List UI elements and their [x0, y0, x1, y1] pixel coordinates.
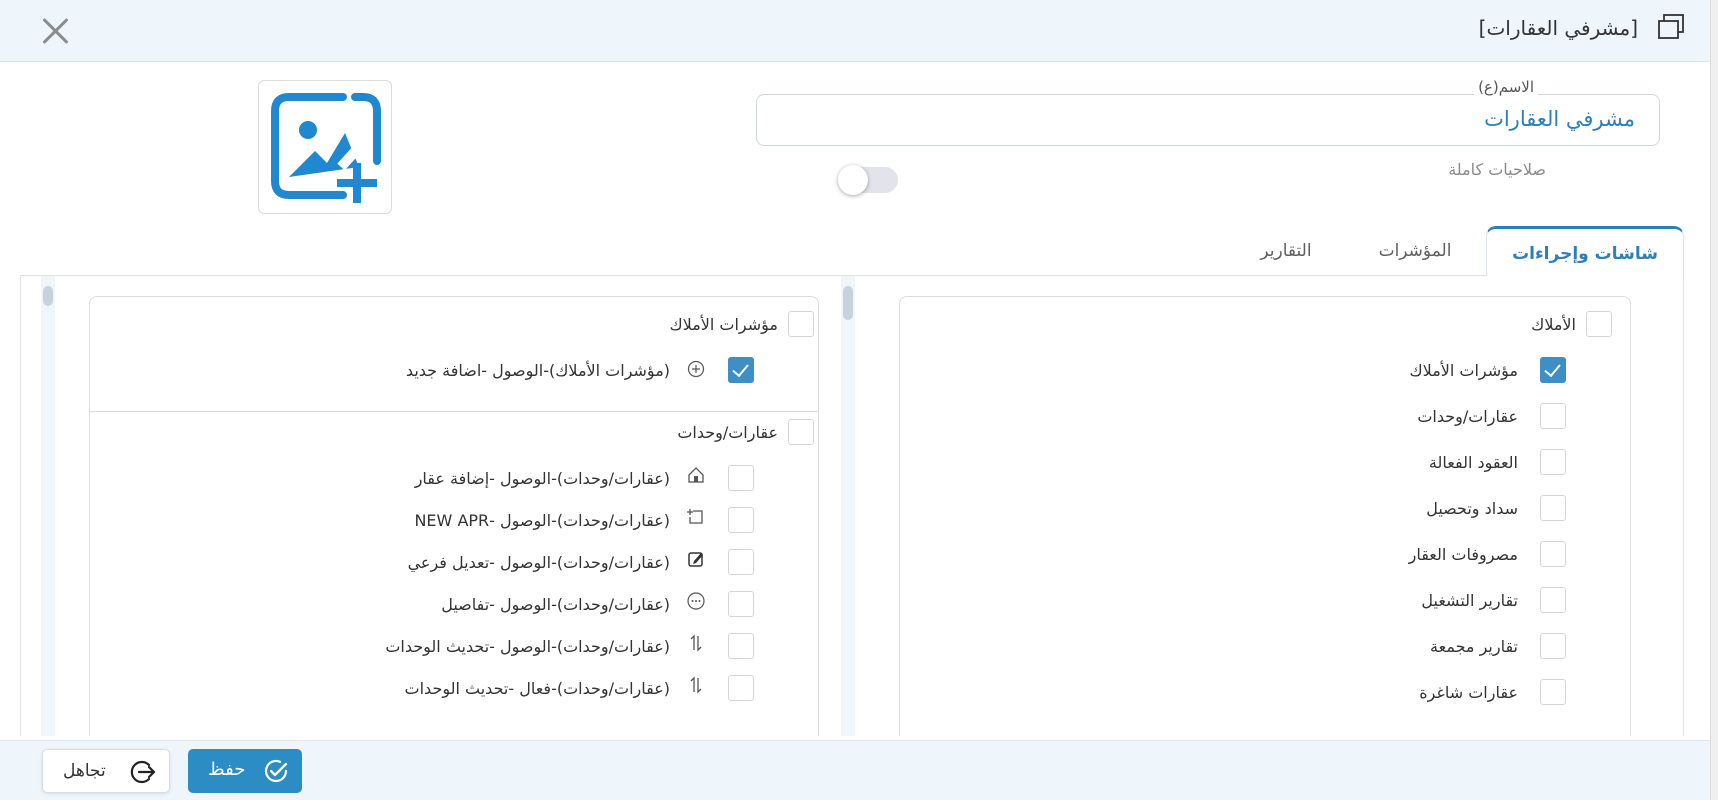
action-label: (عقارات/وحدات)-الوصول -NEW APR [414, 511, 670, 530]
group-checkbox-property-indicators[interactable] [788, 311, 814, 337]
full-permissions-toggle[interactable] [838, 165, 898, 195]
module-checkbox[interactable] [1540, 587, 1566, 613]
save-button-label: حفظ [208, 759, 246, 780]
action-checkbox[interactable] [728, 549, 754, 575]
modules-header-label: الأملاك [1531, 315, 1576, 334]
module-label: تقارير مجمعة [1430, 637, 1518, 656]
action-checkbox[interactable] [728, 591, 754, 617]
action-label: (عقارات/وحدات)-فعال -تحديث الوحدات [404, 679, 670, 698]
name-input-value: مشرفي العقارات [1484, 107, 1635, 131]
modules-scrollbar[interactable] [841, 276, 855, 736]
modules-panel: الأملاك مؤشرات الأملاك عقارات/وحدات العق… [899, 296, 1631, 736]
module-checkbox[interactable] [1540, 495, 1566, 521]
action-label: (عقارات/وحدات)-الوصول -تعديل فرعي [407, 553, 670, 572]
check-circle-icon [264, 759, 288, 783]
action-label: (عقارات/وحدات)-الوصول -تفاصيل [441, 595, 670, 614]
module-checkbox[interactable] [1540, 679, 1566, 705]
tab-indicators[interactable]: المؤشرات [1352, 226, 1478, 276]
modules-header-checkbox[interactable] [1586, 311, 1612, 337]
group-checkbox-units[interactable] [788, 419, 814, 445]
module-checkbox[interactable] [1540, 357, 1566, 383]
modules-scroll-thumb[interactable] [843, 286, 853, 320]
toggle-knob [838, 165, 868, 195]
actions-scrollbar[interactable] [41, 276, 55, 736]
home-icon [688, 467, 704, 483]
group-label: مؤشرات الأملاك [669, 315, 778, 334]
module-checkbox[interactable] [1540, 449, 1566, 475]
actions-scroll-thumb[interactable] [43, 286, 53, 306]
module-label: عقارات/وحدات [1417, 407, 1518, 426]
window-icon [1658, 14, 1684, 39]
add-copy-icon [687, 509, 703, 524]
plus-circle-icon [687, 360, 705, 378]
actions-panel: مؤشرات الأملاك (مؤشرات الأملاك)-الوصول -… [89, 296, 819, 736]
right-edge [1710, 0, 1718, 800]
module-checkbox[interactable] [1540, 541, 1566, 567]
module-label: تقارير التشغيل [1421, 591, 1518, 610]
module-label: العقود الفعالة [1428, 453, 1518, 472]
group-label: عقارات/وحدات [677, 423, 778, 442]
sort-icon [690, 634, 702, 652]
save-button[interactable]: حفظ [188, 749, 302, 793]
ignore-button-label: تجاهل [63, 761, 106, 781]
module-label: مؤشرات الأملاك [1409, 361, 1518, 380]
module-checkbox[interactable] [1540, 633, 1566, 659]
name-label: الاسم(ع) [1474, 78, 1538, 96]
module-label: مصروفات العقار [1408, 545, 1518, 564]
full-permissions-label: صلاحيات كاملة [1448, 160, 1546, 179]
module-label: عقارات شاغرة [1419, 683, 1518, 702]
tab-reports[interactable]: التقارير [1228, 226, 1344, 276]
more-circle-icon [687, 592, 705, 610]
action-checkbox[interactable] [728, 465, 754, 491]
action-checkbox[interactable] [728, 675, 754, 701]
add-image-icon [271, 93, 381, 203]
dialog-footer: حفظ تجاهل [0, 740, 1710, 800]
action-label: (عقارات/وحدات)-الوصول -إضافة عقار [414, 469, 670, 488]
sort-icon [690, 676, 702, 694]
action-label: (عقارات/وحدات)-الوصول -تحديث الوحدات [385, 637, 670, 656]
action-checkbox[interactable] [728, 357, 754, 383]
close-icon[interactable] [38, 14, 72, 48]
exit-icon [130, 760, 156, 784]
tab-content: مؤشرات الأملاك (مؤشرات الأملاك)-الوصول -… [20, 276, 1684, 736]
module-checkbox[interactable] [1540, 403, 1566, 429]
group-divider [90, 411, 818, 412]
dialog-title: [مشرفي العقارات] [1478, 16, 1638, 40]
image-upload[interactable] [258, 80, 392, 214]
action-label: (مؤشرات الأملاك)-الوصول -اضافة جديد [405, 361, 670, 380]
edit-icon [688, 552, 703, 567]
tab-screens-actions[interactable]: شاشات وإجراءات [1486, 226, 1684, 276]
ignore-button[interactable]: تجاهل [42, 749, 170, 793]
action-checkbox[interactable] [728, 633, 754, 659]
action-checkbox[interactable] [728, 507, 754, 533]
module-label: سداد وتحصيل [1426, 499, 1518, 518]
dialog-header: [مشرفي العقارات] [0, 0, 1710, 62]
name-input[interactable]: مشرفي العقارات [756, 94, 1660, 146]
